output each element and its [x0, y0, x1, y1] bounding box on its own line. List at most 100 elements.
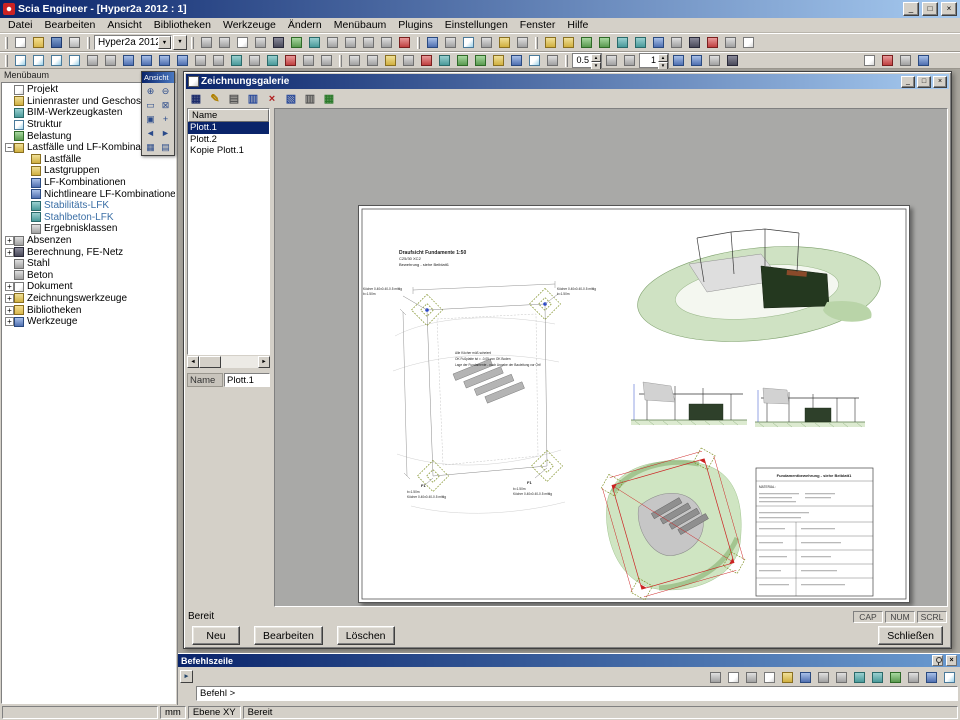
menu-item[interactable]: Fenster — [514, 19, 562, 31]
export-plot-icon[interactable]: ▦ — [320, 91, 338, 107]
tree-item[interactable]: + Zeichnungswerkzeuge — [2, 293, 175, 305]
ansicht-palette-title[interactable]: Ansicht — [142, 72, 174, 83]
show-results-icon[interactable] — [454, 53, 471, 68]
storey-icon[interactable] — [560, 35, 577, 50]
edit-plot-icon[interactable]: ✎ — [206, 91, 224, 107]
tree-expander-icon[interactable]: + — [5, 306, 14, 315]
tree-expander-icon[interactable] — [22, 190, 31, 199]
dock-grip[interactable]: ► — [180, 668, 196, 704]
menu-item[interactable]: Hilfe — [561, 19, 594, 31]
tree-item[interactable]: + Bibliotheken — [2, 304, 175, 316]
calculator-icon[interactable] — [270, 35, 287, 50]
menu-item[interactable]: Ansicht — [101, 19, 147, 31]
pan-icon[interactable]: + — [158, 112, 173, 126]
list-hscrollbar[interactable]: ◄ ► — [187, 356, 270, 368]
line-grid-icon[interactable] — [542, 35, 559, 50]
plate-icon[interactable] — [596, 35, 613, 50]
connect-members-icon[interactable] — [306, 35, 323, 50]
toolbar-grip[interactable] — [565, 55, 568, 67]
new-project-icon[interactable] — [12, 35, 29, 50]
color-by-layer-icon[interactable] — [490, 53, 507, 68]
show-reinforcement-icon[interactable] — [472, 53, 489, 68]
toolbar-grip[interactable] — [535, 37, 538, 49]
window-split-icon[interactable] — [897, 53, 914, 68]
color-by-material-icon[interactable] — [508, 53, 525, 68]
toolbar-grip[interactable] — [5, 55, 8, 67]
tree-expander-icon[interactable] — [5, 271, 14, 280]
spin-up-icon[interactable]: ▲ — [658, 54, 668, 62]
tree-item[interactable]: + Werkzeuge — [2, 316, 175, 328]
show-grid-icon[interactable] — [364, 53, 381, 68]
tree-expander-icon[interactable] — [22, 201, 31, 210]
toolbar-grip[interactable] — [5, 37, 8, 49]
load-display-icon[interactable] — [670, 53, 687, 68]
tree-item[interactable]: Stabilitäts-LFK — [2, 200, 175, 212]
plot-list-item[interactable]: Kopie Plott.1 — [188, 145, 269, 157]
command-help-icon[interactable] — [941, 670, 958, 685]
copy-icon[interactable] — [234, 35, 251, 50]
tree-expander-icon[interactable]: + — [5, 282, 14, 291]
plane-indicator[interactable]: Ebene XY — [188, 706, 241, 719]
scale-icon[interactable] — [378, 35, 395, 50]
toolbar-grip[interactable] — [339, 55, 342, 67]
text-scale-icon[interactable] — [603, 53, 620, 68]
mirror-icon[interactable] — [360, 35, 377, 50]
list-header-name[interactable]: Name — [188, 109, 269, 122]
view-x-icon[interactable] — [120, 53, 137, 68]
maximize-button[interactable]: □ — [922, 2, 938, 16]
tree-expander-icon[interactable] — [22, 178, 31, 187]
menu-item[interactable]: Einstellungen — [439, 19, 514, 31]
gallery-maximize-button[interactable]: □ — [917, 76, 931, 88]
numbering-icon[interactable] — [706, 53, 723, 68]
scroll-right-icon[interactable]: ► — [258, 356, 270, 368]
wireframe-icon[interactable] — [210, 53, 227, 68]
schliessen-button[interactable]: Schließen — [878, 626, 943, 645]
tree-expander-icon[interactable] — [22, 166, 31, 175]
tree-item[interactable]: Ergebnisklassen — [2, 223, 175, 235]
next-view-icon[interactable]: ► — [158, 126, 173, 140]
tree-expander-icon[interactable]: − — [5, 143, 14, 152]
tree-expander-icon[interactable] — [5, 97, 14, 106]
results-icon[interactable] — [704, 35, 721, 50]
tree-expander-icon[interactable] — [22, 155, 31, 164]
tree-item[interactable]: + Berechnung, FE-Netz — [2, 246, 175, 258]
redraw-icon[interactable]: ▦ — [143, 140, 158, 154]
axonometric-view-icon[interactable] — [174, 53, 191, 68]
dock-arrow-icon[interactable]: ► — [180, 670, 193, 683]
filter-icon[interactable] — [514, 35, 531, 50]
toolbar-grip[interactable] — [191, 37, 194, 49]
view-settings-icon[interactable]: ▤ — [158, 140, 173, 154]
print-plot-icon[interactable]: ▥ — [301, 91, 319, 107]
symbol-scale-icon[interactable] — [621, 53, 638, 68]
bearbeiten-button[interactable]: Bearbeiten — [254, 626, 323, 645]
close-button[interactable]: × — [941, 2, 957, 16]
grid-snap-icon[interactable] — [797, 670, 814, 685]
project-menu-button[interactable]: ▼ — [173, 35, 187, 50]
tree-expander-icon[interactable] — [22, 213, 31, 222]
menu-item[interactable]: Werkzeuge — [217, 19, 282, 31]
previous-commands-icon[interactable] — [725, 670, 742, 685]
scroll-thumb[interactable] — [199, 356, 221, 368]
hidden-lines-icon[interactable] — [246, 53, 263, 68]
deformation-scale-icon[interactable] — [688, 53, 705, 68]
toolbar-grip[interactable] — [87, 37, 90, 49]
tree-item[interactable]: Stahl — [2, 258, 175, 270]
plot-name-field[interactable]: Plott.1 — [224, 373, 270, 387]
load-panel-icon[interactable] — [650, 35, 667, 50]
ucs-icon[interactable] — [400, 53, 417, 68]
clipping-box-icon[interactable] — [478, 35, 495, 50]
gallery-titlebar[interactable]: Zeichnungsgalerie _ □ × — [186, 74, 949, 89]
activity-icon[interactable] — [442, 35, 459, 50]
rotate-icon[interactable] — [342, 35, 359, 50]
menu-item[interactable]: Bearbeiten — [39, 19, 102, 31]
polar-tracking-icon[interactable] — [833, 670, 850, 685]
transparency-icon[interactable] — [526, 53, 543, 68]
menu-item[interactable]: Plugins — [392, 19, 438, 31]
befehlszeile-titlebar[interactable]: Befehlszeile × — [178, 654, 960, 667]
zoom-in-icon[interactable] — [12, 53, 29, 68]
tree-item[interactable]: Nichtlineare LF-Kombinationen — [2, 188, 175, 200]
combo-dropdown-icon[interactable]: ▼ — [158, 36, 171, 49]
document-tool-icon[interactable] — [740, 35, 757, 50]
help-icon[interactable] — [915, 53, 932, 68]
coordinates-relative-icon[interactable] — [869, 670, 886, 685]
